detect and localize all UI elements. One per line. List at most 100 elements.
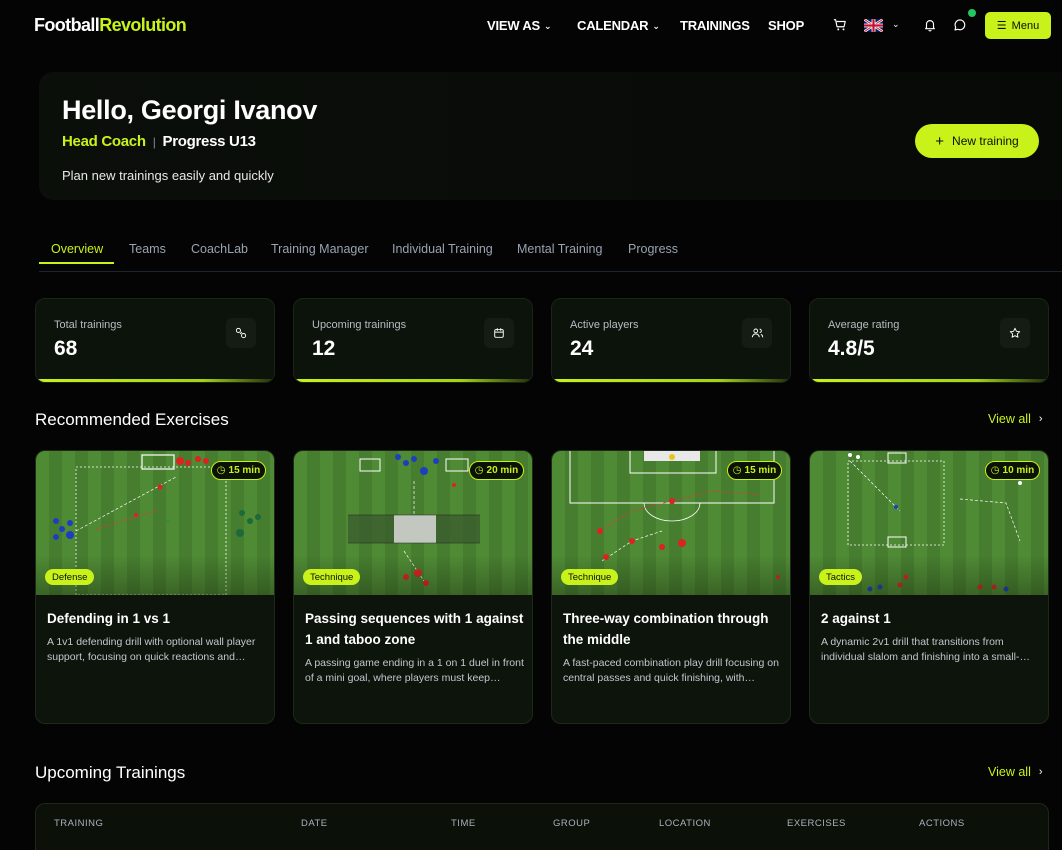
hero-tagline: Plan new trainings easily and quickly: [62, 168, 274, 183]
duration-label: 15 min: [744, 465, 777, 476]
brand-logo[interactable]: FootballRevolution: [34, 15, 187, 36]
category-tag: Technique: [561, 569, 619, 585]
coach-role-line: Head Coach | Progress U13: [62, 133, 256, 150]
tab-mental-training[interactable]: Mental Training: [517, 242, 602, 256]
view-all-label: View all: [988, 765, 1031, 779]
chat-icon[interactable]: [953, 18, 967, 32]
chevron-down-icon: ⌄: [544, 21, 552, 31]
column-header-group[interactable]: GROUP: [553, 818, 590, 829]
stat-card-average-rating: Average rating 4.8/5: [809, 298, 1049, 383]
chevron-down-icon: ⌄: [652, 21, 660, 31]
clock-icon: ◷: [732, 465, 742, 476]
category-tag: Defense: [45, 569, 95, 585]
upcoming-view-all-link[interactable]: View all ›: [988, 765, 1043, 779]
tab-teams[interactable]: Teams: [129, 242, 166, 256]
duration-label: 20 min: [486, 465, 519, 476]
exercise-card-defending-1v1[interactable]: ◷ 15 min Defense Defending in 1 vs 1 A 1v…: [35, 450, 275, 724]
nav-calendar[interactable]: CALENDAR ⌄: [577, 18, 660, 33]
hamburger-icon: ☰: [996, 20, 1007, 32]
stat-label: Active players: [570, 319, 639, 331]
column-header-location[interactable]: LOCATION: [659, 818, 711, 829]
duration-badge: ◷ 15 min: [727, 461, 782, 480]
stat-label: Upcoming trainings: [312, 319, 407, 331]
exercise-card-passing-sequences[interactable]: ◷ 20 min Technique Passing sequences with…: [293, 450, 533, 724]
nav-trainings[interactable]: TRAININGS: [680, 18, 750, 33]
clock-icon: ◷: [990, 465, 1000, 476]
column-header-training[interactable]: TRAINING: [54, 818, 103, 829]
duration-label: 10 min: [1002, 465, 1035, 476]
calendar-icon: [484, 318, 514, 348]
exercise-title: Three-way combination through the middle: [563, 611, 769, 647]
stat-label: Total trainings: [54, 319, 122, 331]
stat-label: Average rating: [828, 319, 900, 331]
recommended-view-all-link[interactable]: View all ›: [988, 412, 1043, 426]
view-all-label: View all: [988, 412, 1031, 426]
uk-flag-icon[interactable]: [864, 19, 883, 32]
top-navigation: FootballRevolution VIEW AS ⌄ CALENDAR ⌄ TR…: [0, 0, 1062, 52]
tab-overview[interactable]: Overview: [51, 242, 103, 256]
team-name: Progress U13: [162, 133, 256, 150]
greeting-title: Hello, Georgi Ivanov: [62, 95, 318, 125]
stat-value: 68: [54, 337, 78, 360]
category-tag: Tactics: [819, 569, 863, 585]
exercise-title: 2 against 1: [821, 611, 891, 626]
exercise-description: A 1v1 defending drill with optional wall…: [47, 636, 256, 663]
exercise-description: A dynamic 2v1 drill that transitions fro…: [821, 636, 1020, 663]
recommended-exercises-title: Recommended Exercises: [35, 410, 229, 429]
menu-button[interactable]: ☰ Menu: [985, 12, 1051, 39]
tab-progress[interactable]: Progress: [628, 242, 678, 256]
chevron-right-icon: ›: [1038, 766, 1043, 778]
star-icon: [1000, 318, 1030, 348]
stat-accent-bar: [294, 379, 532, 382]
upcoming-trainings-title: Upcoming Trainings: [35, 763, 186, 782]
stat-card-upcoming-trainings: Upcoming trainings 12: [293, 298, 533, 383]
exercise-title: Passing sequences with 1 against 1 and t…: [305, 611, 524, 647]
exercise-title: Defending in 1 vs 1: [47, 611, 171, 626]
stat-accent-bar: [810, 379, 1048, 382]
exercise-card-2-against-1[interactable]: ◷ 10 min Tactics 2 against 1 A dynamic 2v…: [809, 450, 1049, 724]
menu-label: Menu: [1011, 19, 1040, 32]
plus-icon: +: [935, 132, 945, 150]
coach-role: Head Coach: [62, 133, 146, 150]
nav-view-as[interactable]: VIEW AS ⌄: [487, 18, 552, 33]
duration-badge: ◷ 20 min: [469, 461, 524, 480]
stat-card-active-players: Active players 24: [551, 298, 791, 383]
column-header-exercises[interactable]: EXERCISES: [787, 818, 846, 829]
bell-icon[interactable]: [923, 18, 937, 32]
duration-badge: ◷ 10 min: [985, 461, 1040, 480]
exercise-card-three-way-combination[interactable]: ◷ 15 min Technique Three-way combination …: [551, 450, 791, 724]
tab-coachlab[interactable]: CoachLab: [191, 242, 248, 256]
chevron-right-icon: ›: [1038, 413, 1043, 425]
stat-accent-bar: [552, 379, 790, 382]
nav-view-as-label: VIEW AS: [487, 18, 541, 33]
category-tag: Technique: [303, 569, 361, 585]
clock-icon: ◷: [474, 465, 484, 476]
exercise-description: A passing game ending in a 1 on 1 duel i…: [305, 657, 524, 684]
users-icon: [742, 318, 772, 348]
upcoming-trainings-table: TRAINING DATE TIME GROUP LOCATION EXERCI…: [35, 803, 1049, 850]
tab-individual-training[interactable]: Individual Training: [392, 242, 493, 256]
tab-training-manager[interactable]: Training Manager: [271, 242, 369, 256]
cart-icon[interactable]: [833, 18, 847, 32]
duration-label: 15 min: [228, 465, 261, 476]
new-training-label: New training: [952, 134, 1019, 148]
new-training-button[interactable]: + New training: [915, 124, 1039, 158]
dashboard-tabs: Overview Teams CoachLab Training Manager…: [39, 232, 1062, 272]
column-header-time[interactable]: TIME: [451, 818, 476, 829]
balls-icon: [226, 318, 256, 348]
column-header-actions: ACTIONS: [919, 818, 965, 829]
nav-shop[interactable]: SHOP: [768, 18, 804, 33]
stat-accent-bar: [36, 379, 274, 382]
nav-calendar-label: CALENDAR: [577, 18, 649, 33]
brand-part-1: Football: [34, 15, 100, 35]
brand-part-2: Revolution: [99, 15, 187, 35]
online-status-dot: [968, 9, 976, 17]
language-chevron-icon[interactable]: ⌄: [892, 19, 900, 30]
stat-value: 24: [570, 337, 594, 360]
active-tab-indicator: [39, 262, 114, 264]
column-header-date[interactable]: DATE: [301, 818, 328, 829]
duration-badge: ◷ 15 min: [211, 461, 266, 480]
stat-card-total-trainings: Total trainings 68: [35, 298, 275, 383]
stat-value: 4.8/5: [828, 337, 875, 360]
exercise-description: A fast-paced combination play drill focu…: [563, 657, 779, 684]
